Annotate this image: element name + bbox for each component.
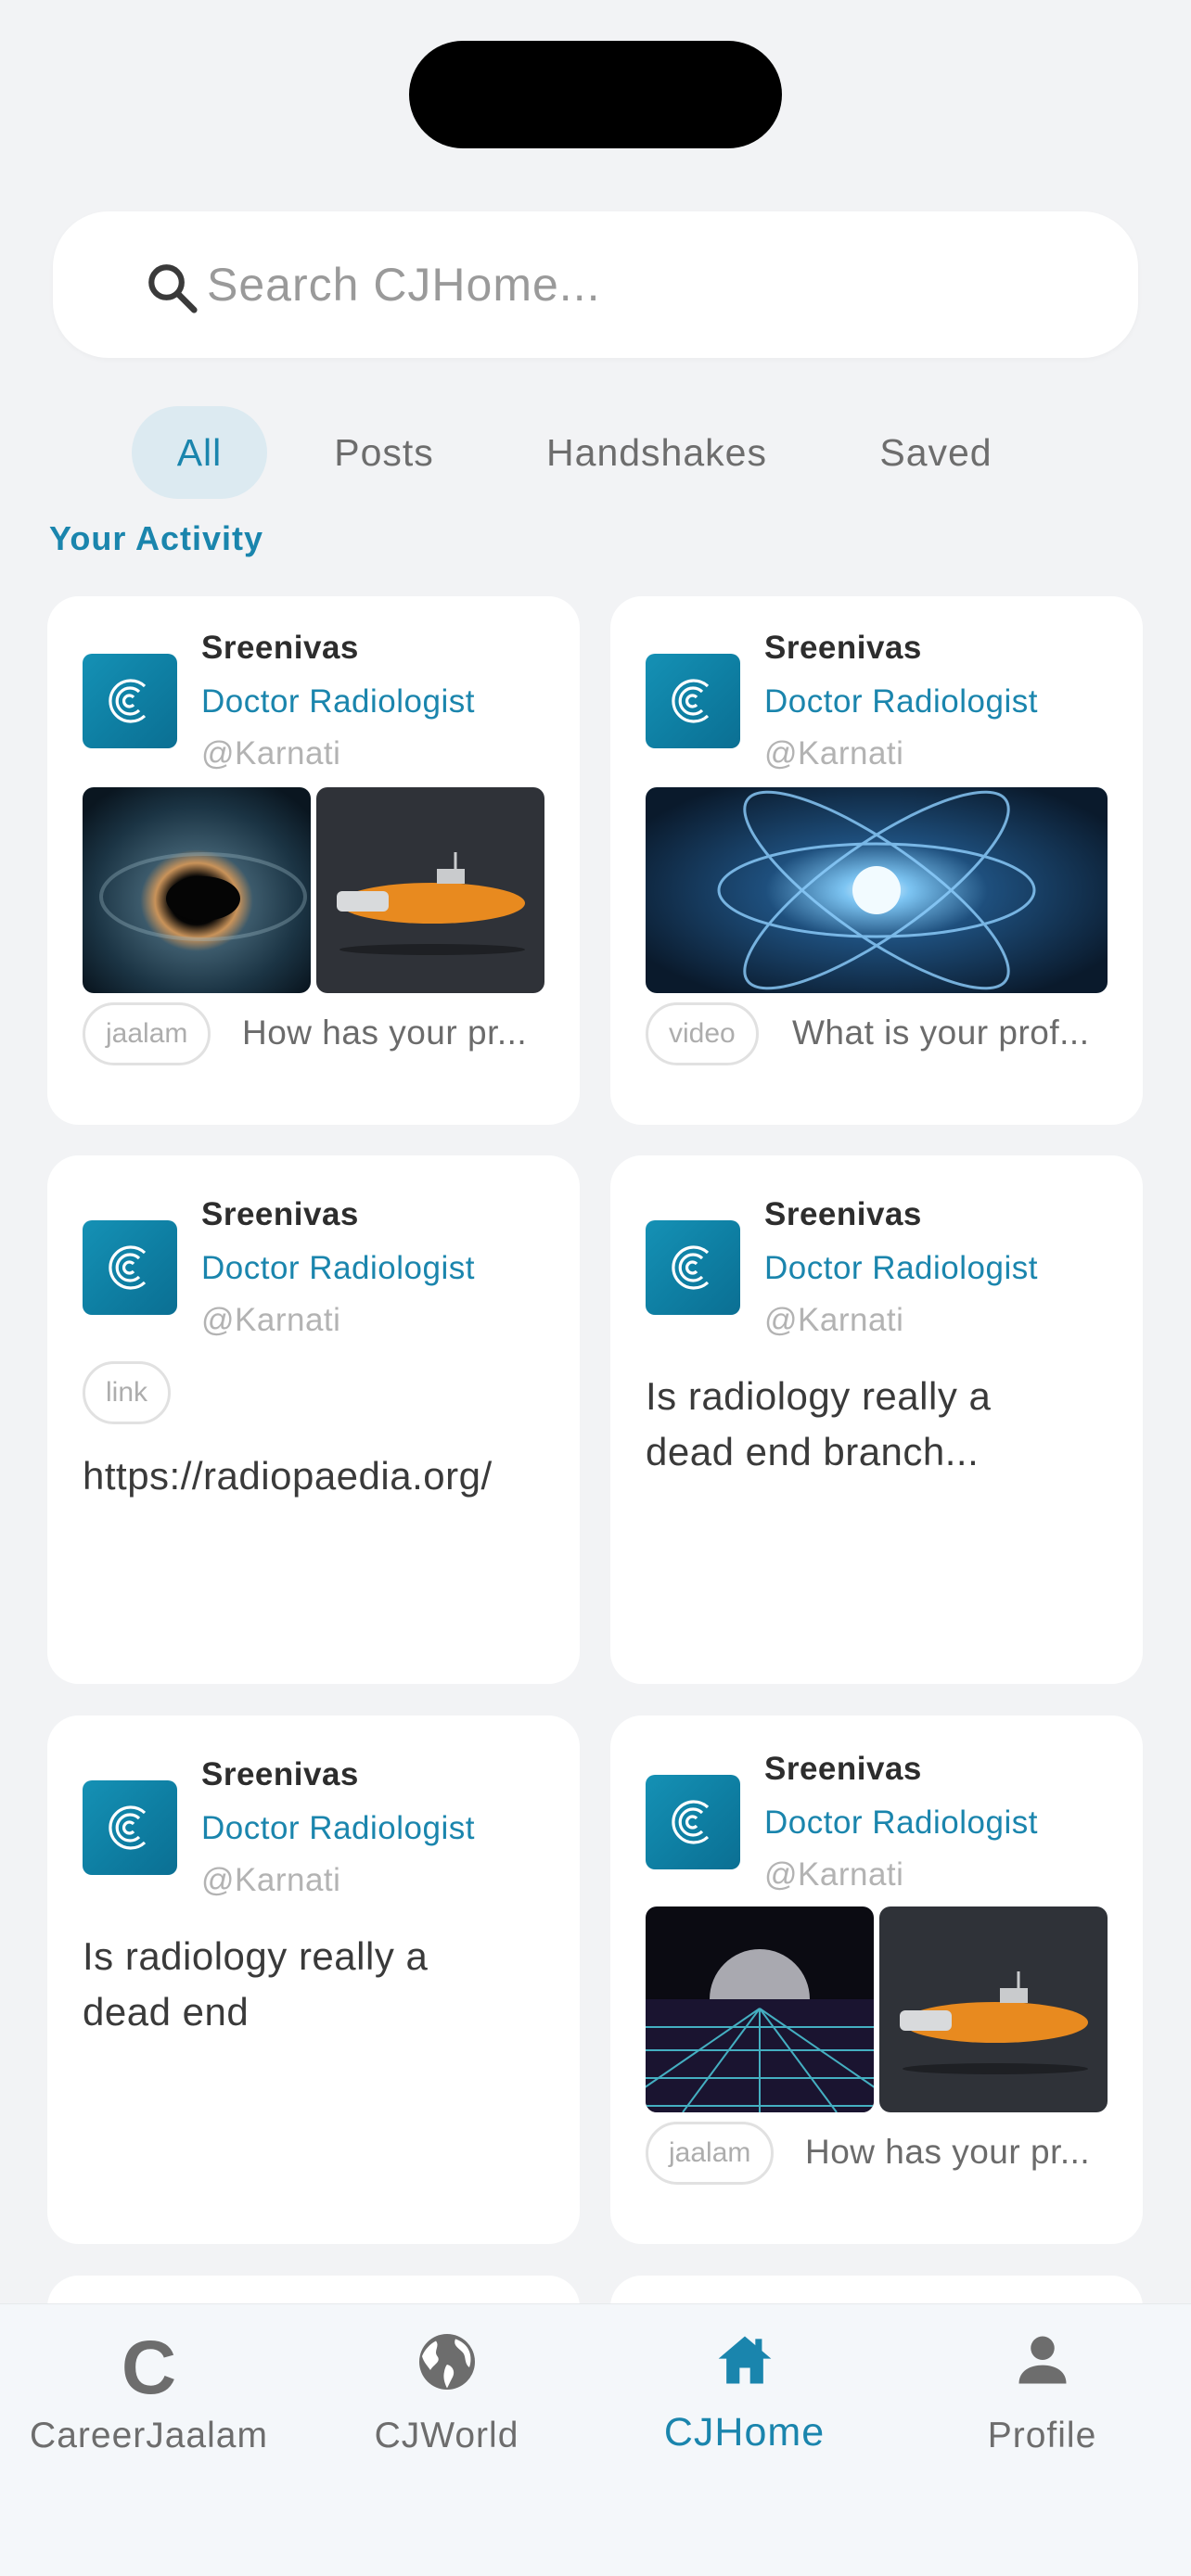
activity-card[interactable]: Sreenivas Doctor Radiologist @Karnati li… (47, 1155, 580, 1684)
avatar (646, 654, 740, 748)
activity-card[interactable]: Sreenivas Doctor Radiologist @Karnati Is… (610, 1155, 1143, 1684)
post-type-tag: link (83, 1361, 172, 1424)
tab-handshakes[interactable]: Handshakes (519, 406, 794, 499)
author-role: Doctor Radiologist (764, 1804, 1038, 1841)
author-handle: @Karnati (764, 1856, 904, 1893)
author-name: Sreenivas (764, 1196, 922, 1232)
author-name: Sreenivas (201, 630, 359, 666)
author-handle: @Karnati (764, 1302, 904, 1338)
search-bar[interactable]: Search CJHome... (53, 211, 1138, 358)
nav-label: CareerJaalam (30, 2416, 268, 2455)
post-snippet: How has your pr... (242, 1014, 528, 1052)
author-handle: @Karnati (764, 735, 904, 772)
globe-icon (418, 2334, 475, 2390)
nav-profile[interactable]: Profile (893, 2304, 1191, 2490)
nav-label: Profile (987, 2416, 1097, 2455)
bottom-navigation: C CareerJaalam CJWorld CJHome Profile (0, 2303, 1191, 2576)
post-link[interactable]: https://radiopaedia.org/ (83, 1448, 546, 1504)
filter-tabs: All Posts Handshakes Saved (0, 406, 1191, 499)
post-type-tag: jaalam (646, 2122, 775, 2185)
author-name: Sreenivas (764, 1751, 922, 1787)
avatar (83, 1780, 177, 1875)
post-text: Is radiology really a dead end branch... (646, 1374, 992, 1473)
moon-grid-image[interactable] (646, 1906, 874, 2112)
person-icon (1018, 2336, 1066, 2384)
submarine-image[interactable] (316, 787, 544, 993)
dynamic-island (409, 41, 782, 148)
activity-card[interactable]: Sreenivas Doctor Radiologist @Karnati ja… (47, 596, 580, 1125)
post-snippet: How has your pr... (805, 2133, 1091, 2171)
nav-cjhome[interactable]: CJHome (596, 2304, 893, 2490)
author-role: Doctor Radiologist (201, 1810, 475, 1846)
careerjaalam-logo-icon (672, 679, 710, 723)
careerjaalam-logo-icon (109, 1805, 147, 1850)
activity-card[interactable]: Sreenivas Doctor Radiologist @Karnati vi… (610, 596, 1143, 1125)
tab-all[interactable]: All (132, 406, 267, 499)
post-type-tag: jaalam (83, 1002, 211, 1065)
submarine-image[interactable] (879, 1906, 1108, 2112)
author-role: Doctor Radiologist (764, 683, 1038, 720)
tab-posts[interactable]: Posts (306, 406, 462, 499)
avatar (646, 1220, 740, 1315)
home-icon (718, 2336, 771, 2384)
author-name: Sreenivas (201, 1196, 359, 1232)
avatar (83, 654, 177, 748)
search-input[interactable]: Search CJHome... (207, 260, 600, 310)
tab-saved[interactable]: Saved (853, 406, 1018, 499)
post-type-tag: video (646, 1002, 759, 1065)
section-title: Your Activity (49, 519, 264, 557)
author-name: Sreenivas (201, 1756, 359, 1792)
careerjaalam-logo-icon (109, 679, 147, 723)
author-name: Sreenivas (764, 630, 922, 666)
activity-card[interactable]: Sreenivas Doctor Radiologist @Karnati ja (610, 1715, 1143, 2244)
careerjaalam-logo-icon (672, 1245, 710, 1290)
author-role: Doctor Radiologist (201, 1250, 475, 1286)
author-role: Doctor Radiologist (201, 683, 475, 720)
author-handle: @Karnati (201, 735, 341, 772)
atom-image[interactable] (646, 787, 1108, 993)
post-text: Is radiology really a dead end (83, 1934, 429, 2034)
careerjaalam-c-icon: C (121, 2326, 177, 2410)
nav-careerjaalam[interactable]: C CareerJaalam (0, 2304, 298, 2490)
black-hole-image[interactable] (83, 787, 311, 993)
activity-card[interactable]: Sreenivas Doctor Radiologist @Karnati Is… (47, 1715, 580, 2244)
author-handle: @Karnati (201, 1302, 341, 1338)
avatar (83, 1220, 177, 1315)
author-role: Doctor Radiologist (764, 1250, 1038, 1286)
nav-cjworld[interactable]: CJWorld (298, 2304, 596, 2490)
nav-label: CJWorld (374, 2416, 519, 2455)
author-handle: @Karnati (201, 1862, 341, 1898)
post-snippet: What is your prof... (792, 1014, 1090, 1052)
careerjaalam-logo-icon (109, 1245, 147, 1290)
avatar (646, 1775, 740, 1869)
careerjaalam-logo-icon (672, 1800, 710, 1844)
nav-label: CJHome (663, 2410, 826, 2455)
search-icon (148, 264, 198, 313)
